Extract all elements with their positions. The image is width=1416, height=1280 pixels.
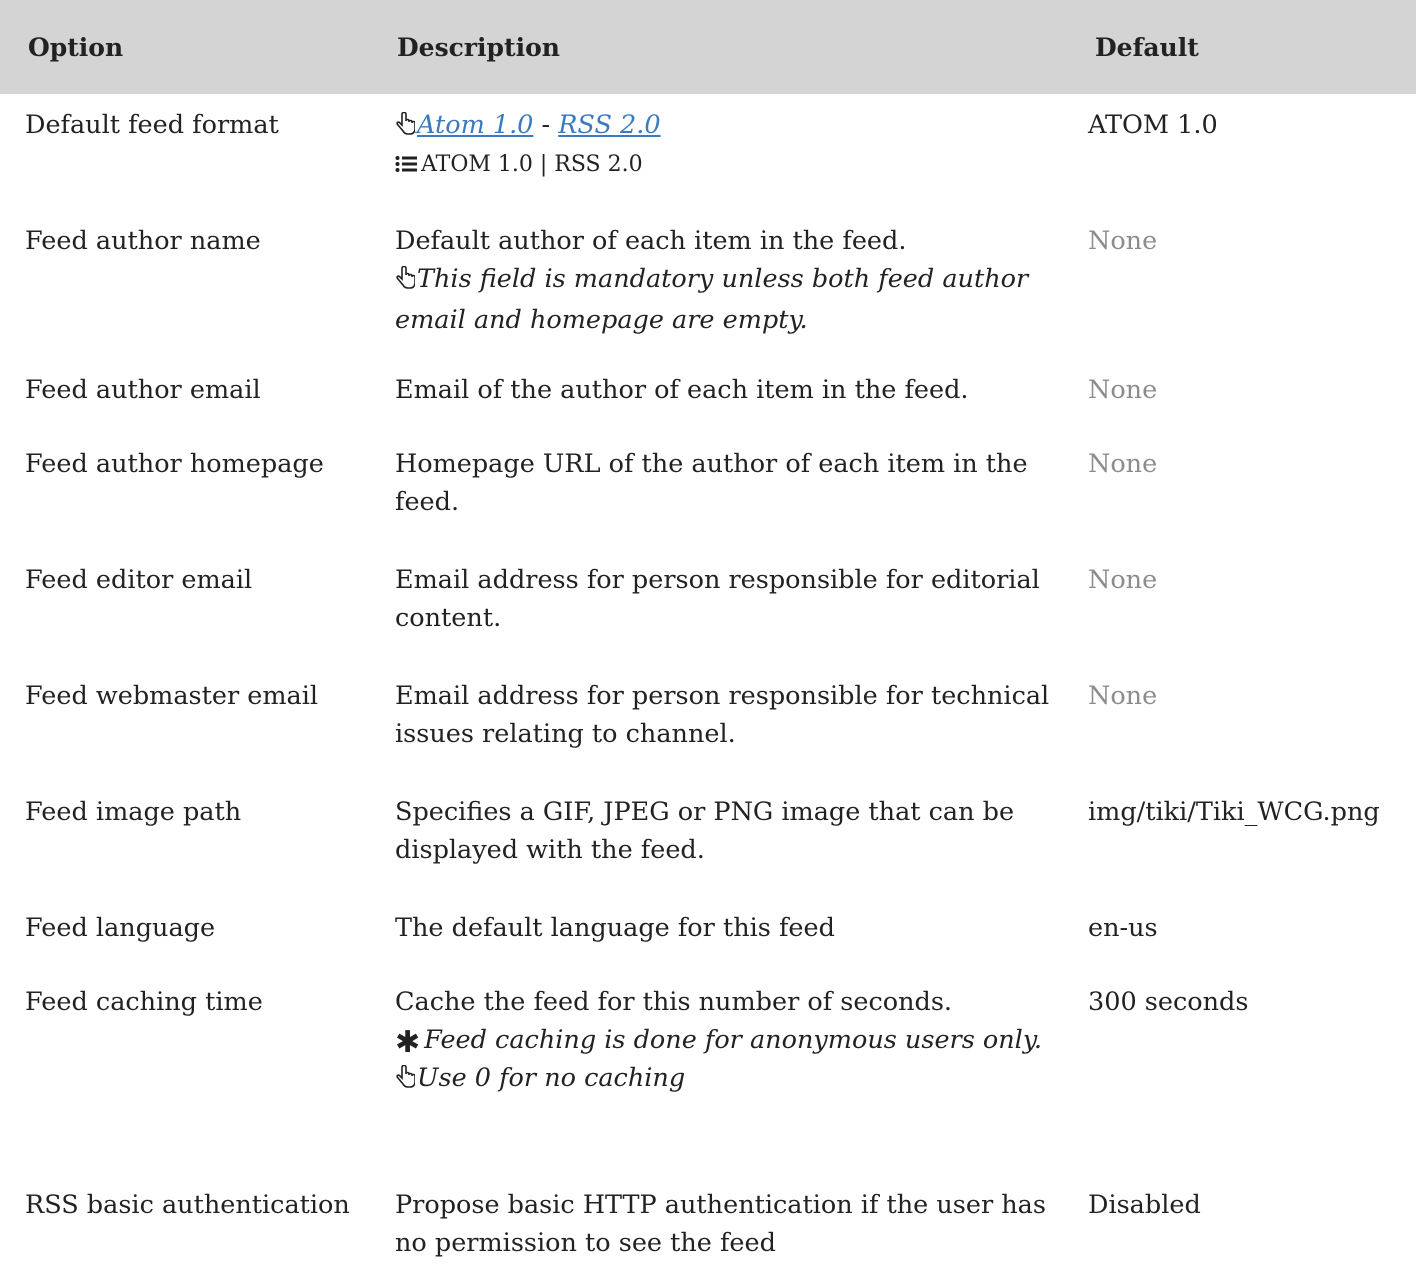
- asterisk-icon: ✱: [395, 1025, 421, 1060]
- option-description: Homepage URL of the author of each item …: [395, 449, 1028, 517]
- pointing-hand-icon: [395, 263, 416, 301]
- table-row: RSS basic authentication Propose basic H…: [0, 1176, 1416, 1280]
- option-name: Default feed format: [25, 110, 279, 140]
- table-row: Feed language The default language for t…: [0, 899, 1416, 973]
- option-description: Email address for person responsible for…: [395, 681, 1050, 749]
- option-default: None: [1088, 375, 1158, 405]
- option-default: ATOM 1.0: [1088, 110, 1218, 140]
- table-row: Feed image path Specifies a GIF, JPEG or…: [0, 783, 1416, 899]
- table-row: Feed author email Email of the author of…: [0, 361, 1416, 435]
- pointing-hand-icon: [395, 109, 416, 147]
- option-description: Default author of each item in the feed.…: [393, 206, 1088, 361]
- option-default: Disabled: [1088, 1190, 1201, 1220]
- caching-tip: Use 0 for no caching: [417, 1063, 686, 1093]
- option-name: Feed webmaster email: [25, 681, 319, 711]
- table-row: Feed editor email Email address for pers…: [0, 551, 1416, 667]
- option-name: Feed author name: [25, 226, 261, 256]
- atom-link[interactable]: Atom 1.0: [417, 110, 533, 140]
- option-name: Feed image path: [25, 797, 242, 827]
- header-option: Option: [0, 0, 393, 94]
- option-description: Email of the author of each item in the …: [395, 375, 969, 405]
- format-choices: ATOM 1.0 | RSS 2.0: [421, 152, 643, 177]
- option-name: Feed editor email: [25, 565, 253, 595]
- caching-warning: Feed caching is done for anonymous users…: [424, 1025, 1042, 1055]
- option-default: en-us: [1088, 913, 1158, 943]
- list-icon: [395, 149, 417, 185]
- table-row: Feed author homepage Homepage URL of the…: [0, 435, 1416, 551]
- table-header-row: Option Description Default: [0, 0, 1416, 94]
- option-name: Feed author email: [25, 375, 261, 405]
- option-description: Specifies a GIF, JPEG or PNG image that …: [395, 797, 1015, 865]
- option-description: Propose basic HTTP authentication if the…: [395, 1190, 1046, 1258]
- option-name: Feed author homepage: [25, 449, 324, 479]
- pointing-hand-icon: [395, 1062, 416, 1100]
- header-description: Description: [393, 0, 1088, 94]
- description-text: Cache the feed for this number of second…: [395, 987, 953, 1017]
- link-separator: -: [533, 110, 559, 140]
- table-row: Feed caching time Cache the feed for thi…: [0, 973, 1416, 1176]
- option-default: None: [1088, 565, 1158, 595]
- option-description: Atom 1.0 - RSS 2.0 ATOM 1.0 | RSS 2.0: [393, 94, 1088, 206]
- mandatory-note: This field is mandatory unless both feed…: [395, 264, 1029, 335]
- header-default: Default: [1088, 0, 1416, 94]
- option-default: img/tiki/Tiki_WCG.png: [1088, 797, 1380, 827]
- option-name: RSS basic authentication: [25, 1190, 350, 1220]
- option-description: The default language for this feed: [395, 913, 835, 943]
- option-default: None: [1088, 681, 1158, 711]
- rss-link[interactable]: RSS 2.0: [558, 110, 660, 140]
- description-text: Default author of each item in the feed.: [395, 226, 907, 256]
- table-row: Feed author name Default author of each …: [0, 206, 1416, 361]
- option-default: None: [1088, 449, 1158, 479]
- option-description: Email address for person responsible for…: [395, 565, 1040, 633]
- preferences-table: Option Description Default Default feed …: [0, 0, 1416, 1280]
- table-row: Feed webmaster email Email address for p…: [0, 667, 1416, 783]
- option-default: None: [1088, 226, 1158, 256]
- option-name: Feed language: [25, 913, 216, 943]
- option-default: 300 seconds: [1088, 987, 1249, 1017]
- option-description: Cache the feed for this number of second…: [393, 973, 1088, 1176]
- table-row: Default feed format Atom 1.0 - RSS 2.0 A…: [0, 94, 1416, 206]
- option-name: Feed caching time: [25, 987, 263, 1017]
